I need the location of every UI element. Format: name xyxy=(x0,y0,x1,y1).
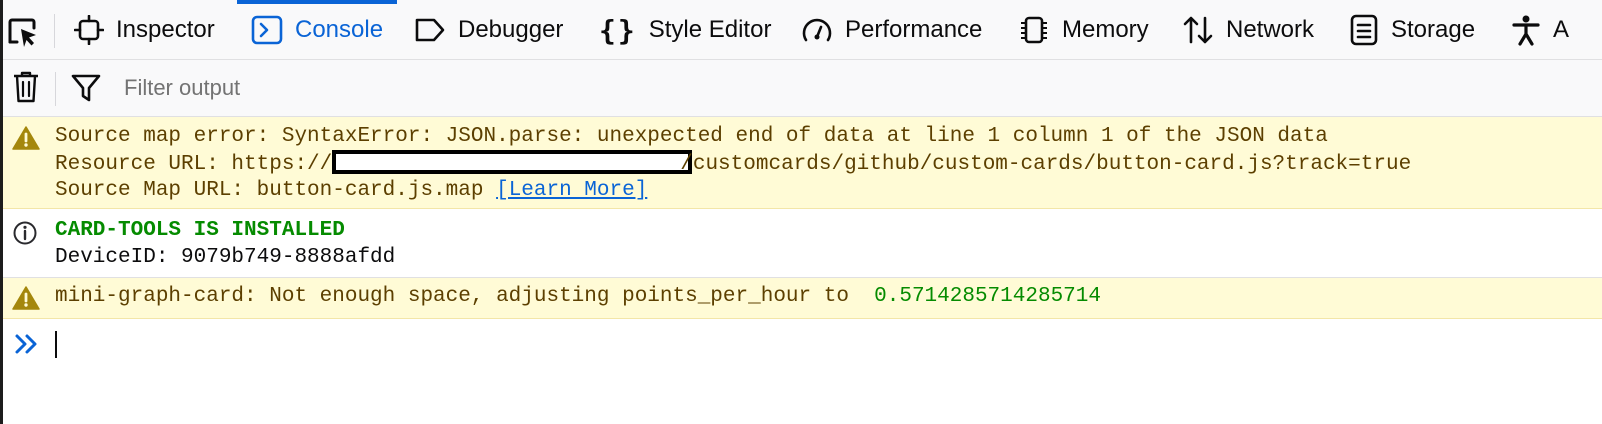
warning-icon xyxy=(12,126,40,150)
tab-style-editor[interactable]: {} Style Editor xyxy=(599,0,771,60)
message-text: mini-graph-card: Not enough space, adjus… xyxy=(55,285,862,308)
toolbar-separator xyxy=(54,14,55,48)
console-message-info: CARD-TOOLS IS INSTALLED DeviceID: 9079b7… xyxy=(0,209,1602,278)
debugger-icon xyxy=(415,18,445,42)
gauge-icon xyxy=(802,18,832,42)
tab-label: Storage xyxy=(1391,16,1476,43)
resource-url-line: Resource URL: https:// /customcards/githu… xyxy=(55,150,1411,178)
accessibility-icon xyxy=(1512,15,1540,46)
source-map-url: Source Map URL: button-card.js.map xyxy=(55,179,484,202)
tab-console[interactable]: Console xyxy=(236,0,398,60)
source-map-line: Source Map URL: button-card.js.map [Lear… xyxy=(55,177,647,204)
tab-storage[interactable]: Storage xyxy=(1349,0,1475,60)
console-input-caret[interactable] xyxy=(55,331,57,358)
learn-more-link[interactable]: [Learn More] xyxy=(496,179,647,202)
resource-url-suffix: /customcards/github/custom-cards/button-… xyxy=(680,153,1412,176)
devtools-toolbar: Inspector Console Debugger {} Style Edit… xyxy=(0,0,1602,60)
warning-icon xyxy=(12,286,40,310)
storage-icon xyxy=(1350,14,1378,46)
trash-icon[interactable] xyxy=(12,70,40,104)
tab-label: A xyxy=(1553,16,1570,43)
redaction-box xyxy=(332,150,693,174)
tab-label: Style Editor xyxy=(648,16,772,43)
console-icon xyxy=(251,15,283,45)
tab-debugger[interactable]: Debugger xyxy=(414,0,563,60)
double-chevron-icon xyxy=(15,334,37,354)
message-title: CARD-TOOLS IS INSTALLED xyxy=(55,219,345,242)
tab-label: Performance xyxy=(845,16,983,43)
tab-label: Network xyxy=(1226,16,1315,43)
braces-icon: {} xyxy=(599,13,637,47)
console-filter-bar xyxy=(0,60,1602,117)
info-icon xyxy=(13,221,37,245)
memory-chip-icon xyxy=(1021,16,1047,44)
tab-label: Memory xyxy=(1062,16,1149,43)
network-arrows-icon xyxy=(1183,16,1213,44)
message-number: 0.5714285714285714 xyxy=(874,285,1101,308)
tab-inspector[interactable]: Inspector xyxy=(74,0,215,60)
tab-label: Console xyxy=(295,16,384,43)
tab-network[interactable]: Network xyxy=(1182,0,1314,60)
window-edge xyxy=(0,0,3,424)
message-detail: DeviceID: 9079b749-8888afdd xyxy=(55,246,396,269)
console-message-warning: mini-graph-card: Not enough space, adjus… xyxy=(0,278,1602,319)
console-message-warning: Source map error: SyntaxError: JSON.pars… xyxy=(0,117,1602,209)
element-picker-icon[interactable] xyxy=(6,16,40,50)
resource-url-prefix: Resource URL: https:// xyxy=(55,153,333,176)
message-text: Source map error: SyntaxError: JSON.pars… xyxy=(55,125,1328,148)
tab-label: Inspector xyxy=(116,16,215,43)
filterbar-separator xyxy=(55,72,56,106)
filter-icon xyxy=(71,74,101,102)
message-text-line: mini-graph-card: Not enough space, adjus… xyxy=(55,283,1101,310)
inspector-icon xyxy=(74,15,104,45)
tab-memory[interactable]: Memory xyxy=(1018,0,1149,60)
filter-output-input[interactable] xyxy=(124,71,1024,105)
tab-accessibility[interactable]: A xyxy=(1511,0,1569,60)
tab-label: Debugger xyxy=(458,16,564,43)
tab-performance[interactable]: Performance xyxy=(801,0,982,60)
